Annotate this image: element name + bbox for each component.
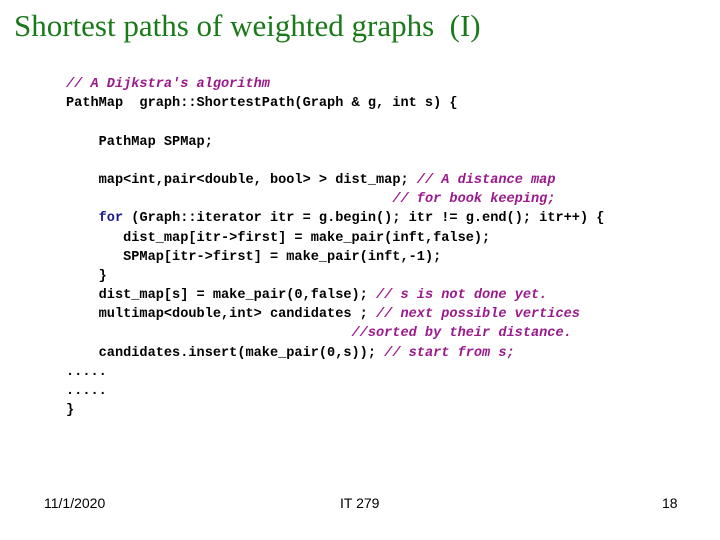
footer-date: 11/1/2020 bbox=[44, 495, 106, 511]
footer-page-number: 18 bbox=[662, 495, 678, 511]
code-text: candidates.insert(make_pair(0,s)); bbox=[98, 345, 385, 361]
code-text: dist_map[s] = make_pair(0,false); bbox=[98, 288, 376, 304]
code-line: ..... bbox=[66, 363, 604, 382]
code-line: ..... bbox=[66, 382, 604, 401]
code-text: } bbox=[98, 268, 107, 284]
code-comment: // next possible vertices bbox=[376, 307, 580, 323]
code-line: // A Dijkstra's algorithm bbox=[66, 75, 604, 94]
code-text: map<int,pair<double, bool> > dist_map; bbox=[98, 172, 417, 188]
code-text: PathMap graph::ShortestPath(Graph & g, i… bbox=[66, 96, 458, 112]
code-text: multimap<double,int> candidates ; bbox=[98, 307, 376, 323]
code-text: PathMap SPMap; bbox=[98, 134, 213, 150]
code-comment: // s is not done yet. bbox=[376, 288, 548, 304]
code-line: //sorted by their distance. bbox=[66, 324, 604, 343]
code-line: map<int,pair<double, bool> > dist_map; /… bbox=[66, 171, 604, 190]
code-keyword: for bbox=[98, 211, 124, 227]
code-line: candidates.insert(make_pair(0,s)); // st… bbox=[66, 344, 604, 363]
code-text: SPMap[itr->first] = make_pair(inft,-1); bbox=[123, 249, 442, 265]
code-comment: // for book keeping; bbox=[392, 192, 556, 208]
code-block: // A Dijkstra's algorithmPathMap graph::… bbox=[66, 75, 604, 420]
code-text: } bbox=[66, 403, 75, 419]
code-text: dist_map[itr->first] = make_pair(inft,fa… bbox=[123, 230, 491, 246]
code-line: dist_map[s] = make_pair(0,false); // s i… bbox=[66, 286, 604, 305]
code-line: SPMap[itr->first] = make_pair(inft,-1); bbox=[66, 248, 604, 267]
code-line: PathMap SPMap; bbox=[66, 133, 604, 152]
code-line: multimap<double,int> candidates ; // nex… bbox=[66, 305, 604, 324]
slide-title: Shortest paths of weighted graphs (I) bbox=[14, 8, 481, 43]
footer-course: IT 279 bbox=[340, 495, 380, 511]
code-line: dist_map[itr->first] = make_pair(inft,fa… bbox=[66, 229, 604, 248]
code-text: (Graph::iterator itr = g.begin(); itr !=… bbox=[123, 211, 605, 227]
code-line: } bbox=[66, 401, 604, 420]
code-line: // for book keeping; bbox=[66, 190, 604, 209]
code-comment: //sorted by their distance. bbox=[351, 326, 572, 342]
code-comment: // A distance map bbox=[416, 172, 556, 188]
code-comment: // start from s; bbox=[384, 345, 515, 361]
code-comment: // A Dijkstra's algorithm bbox=[66, 77, 270, 92]
code-text: ..... bbox=[66, 384, 107, 399]
code-line: for (Graph::iterator itr = g.begin(); it… bbox=[66, 209, 605, 228]
code-line: } bbox=[66, 267, 604, 286]
code-line: PathMap graph::ShortestPath(Graph & g, i… bbox=[66, 94, 604, 113]
code-text: ..... bbox=[66, 364, 107, 380]
